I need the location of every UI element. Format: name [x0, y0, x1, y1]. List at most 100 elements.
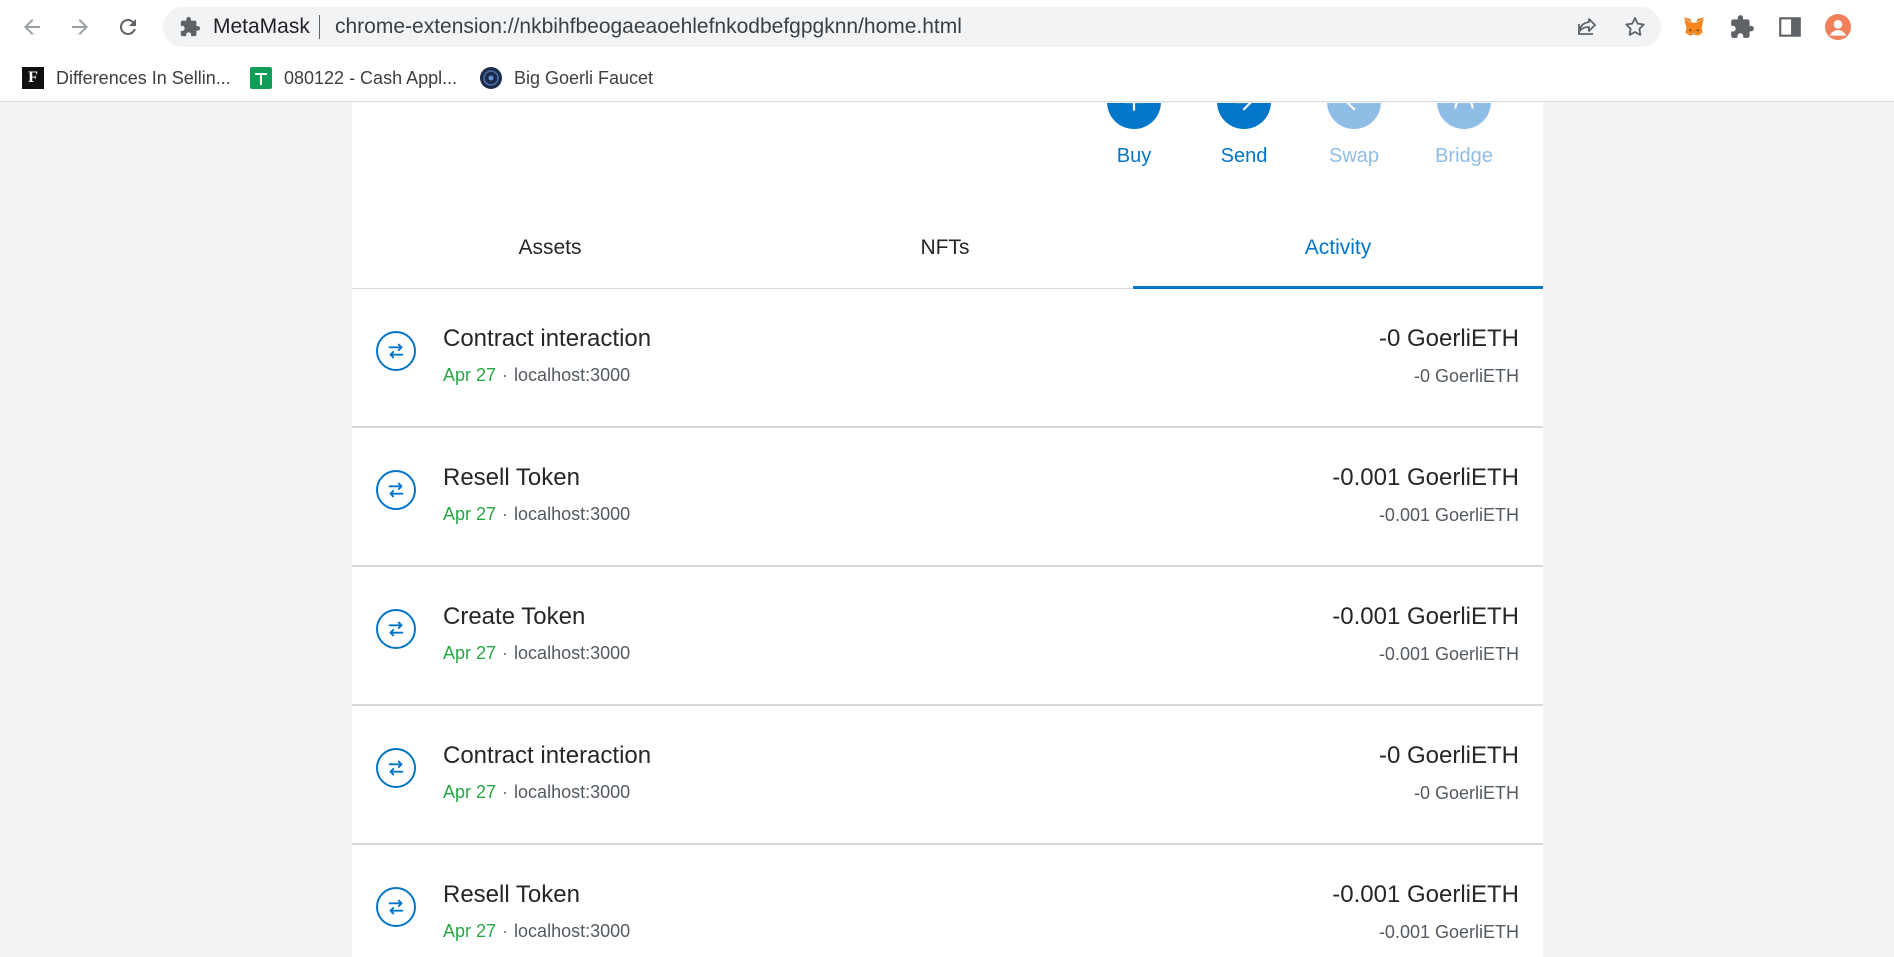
transaction-title: Resell Token [443, 881, 580, 908]
bookmark-item[interactable]: Big Goerli Faucet [480, 64, 653, 92]
arrow-right-icon [1235, 103, 1252, 111]
plus-icon [1125, 103, 1143, 111]
tab-assets[interactable]: Assets [352, 207, 748, 289]
transaction-row[interactable]: Resell Token Apr 27 · localhost:3000 -0.00… [352, 428, 1543, 567]
arrow-left-icon [24, 19, 40, 35]
url-text[interactable]: chrome-extension://nkbihfbeogaeaoehlefnk… [335, 7, 962, 47]
transaction-amount: -0.001 GoerliETH [1332, 603, 1519, 630]
bridge-button[interactable]: Bridge [1416, 103, 1512, 205]
transaction-row[interactable]: Resell Token Apr 27 · localhost:3000 -0.00… [352, 845, 1543, 957]
bookmark-favicon: F [22, 67, 44, 89]
transaction-row[interactable]: Create Token Apr 27 · localhost:3000 -0.00… [352, 567, 1543, 706]
transaction-date: Apr 27 [443, 504, 497, 524]
transaction-amount: -0 GoerliETH [1378, 742, 1519, 769]
forward-button[interactable] [64, 11, 96, 43]
wallet-panel: Buy Send Swap Bridge Assets NFTs Activit… [352, 103, 1543, 957]
transaction-title: Create Token [443, 603, 586, 630]
transaction-meta: Apr 27 · localhost:3000 [443, 921, 630, 942]
transaction-amount-secondary: -0 GoerliETH [1413, 366, 1519, 386]
bookmark-label: Differences In Sellin... [56, 67, 231, 88]
puzzle-icon [1731, 15, 1754, 38]
transaction-amount-secondary: -0.001 GoerliETH [1378, 644, 1519, 664]
transaction-meta: Apr 27 · localhost:3000 [443, 504, 630, 525]
transaction-meta: Apr 27 · localhost:3000 [443, 782, 630, 803]
sheets-icon [250, 67, 272, 89]
buy-circle[interactable] [1107, 103, 1161, 129]
buy-button[interactable]: Buy [1086, 103, 1182, 205]
share-icon[interactable] [1575, 15, 1599, 39]
page-viewport: Buy Send Swap Bridge Assets NFTs Activit… [0, 103, 1894, 957]
tab-nfts[interactable]: NFTs [748, 207, 1142, 289]
wallet-tabs: Assets NFTs Activity [352, 207, 1543, 289]
swap-arrows-icon [376, 748, 416, 788]
meta-separator: · [502, 643, 509, 663]
wallet-actions: Buy Send Swap Bridge [352, 103, 1543, 205]
send-circle[interactable] [1217, 103, 1271, 129]
transaction-title: Contract interaction [443, 742, 652, 769]
meta-separator: · [502, 921, 509, 941]
transaction-origin: localhost:3000 [514, 782, 631, 802]
site-name: MetaMask [213, 15, 310, 38]
transaction-meta: Apr 27 · localhost:3000 [443, 365, 630, 386]
transaction-date: Apr 27 [443, 782, 497, 802]
transaction-origin: localhost:3000 [514, 365, 631, 385]
bridge-icon [1454, 103, 1474, 109]
swap-circle[interactable] [1327, 103, 1381, 129]
swap-label: Swap [1328, 145, 1380, 167]
arrow-left-icon [1346, 103, 1363, 111]
meta-separator: · [502, 782, 509, 802]
send-label: Send [1220, 145, 1268, 167]
transaction-date: Apr 27 [443, 643, 497, 663]
transaction-amount-secondary: -0.001 GoerliETH [1378, 922, 1519, 942]
reload-button[interactable] [112, 11, 144, 43]
bookmark-item[interactable]: 080122 - Cash Appl... [250, 64, 457, 92]
address-bar[interactable]: MetaMask chrome-extension://nkbihfbeogae… [163, 7, 1661, 47]
faucet-icon [480, 67, 502, 89]
meta-separator: · [502, 504, 509, 524]
transaction-origin: localhost:3000 [514, 921, 631, 941]
swap-button[interactable]: Swap [1306, 103, 1402, 205]
transaction-title: Contract interaction [443, 325, 652, 352]
transaction-amount: -0.001 GoerliETH [1332, 464, 1519, 491]
swap-arrows-icon [376, 470, 416, 510]
swap-arrows-icon [376, 331, 416, 371]
bridge-label: Bridge [1435, 145, 1493, 167]
buy-label: Buy [1116, 145, 1152, 167]
transaction-title: Resell Token [443, 464, 580, 491]
activity-list: Contract interaction Apr 27 · localhost:30… [352, 289, 1543, 957]
back-button[interactable] [16, 11, 48, 43]
avatar-icon [1825, 14, 1851, 40]
transaction-date: Apr 27 [443, 921, 497, 941]
transaction-amount: -0.001 GoerliETH [1332, 881, 1519, 908]
puzzle-icon [180, 16, 201, 37]
swap-arrows-icon [376, 609, 416, 649]
bookmark-item[interactable]: F Differences In Sellin... [22, 64, 231, 92]
transaction-amount-secondary: -0 GoerliETH [1413, 783, 1519, 803]
star-icon[interactable] [1623, 15, 1647, 39]
transaction-row[interactable]: Contract interaction Apr 27 · localhost:30… [352, 289, 1543, 428]
arrow-right-icon [72, 19, 88, 35]
meta-separator: · [502, 365, 509, 385]
transaction-row[interactable]: Contract interaction Apr 27 · localhost:30… [352, 706, 1543, 845]
transaction-amount: -0 GoerliETH [1378, 325, 1519, 352]
extensions-button[interactable] [1726, 11, 1758, 43]
tab-activity[interactable]: Activity [1133, 207, 1543, 289]
side-panel-button[interactable] [1774, 11, 1806, 43]
profile-button[interactable] [1822, 11, 1854, 43]
fox-icon [1683, 17, 1705, 36]
transaction-origin: localhost:3000 [514, 643, 631, 663]
transaction-origin: localhost:3000 [514, 504, 631, 524]
reload-icon [119, 18, 136, 35]
bridge-circle[interactable] [1437, 103, 1491, 129]
swap-arrows-icon [376, 887, 416, 927]
send-button[interactable]: Send [1196, 103, 1292, 205]
transaction-amount-secondary: -0.001 GoerliETH [1378, 505, 1519, 525]
transaction-date: Apr 27 [443, 365, 497, 385]
bookmark-label: 080122 - Cash Appl... [284, 67, 458, 88]
metamask-extension-button[interactable] [1678, 11, 1710, 43]
transaction-meta: Apr 27 · localhost:3000 [443, 643, 630, 664]
bookmarks-bar: F Differences In Sellin... 080122 - Cash… [0, 54, 1894, 102]
address-divider [319, 15, 320, 39]
side-panel-icon [1779, 17, 1801, 37]
bookmark-label: Big Goerli Faucet [514, 67, 654, 88]
